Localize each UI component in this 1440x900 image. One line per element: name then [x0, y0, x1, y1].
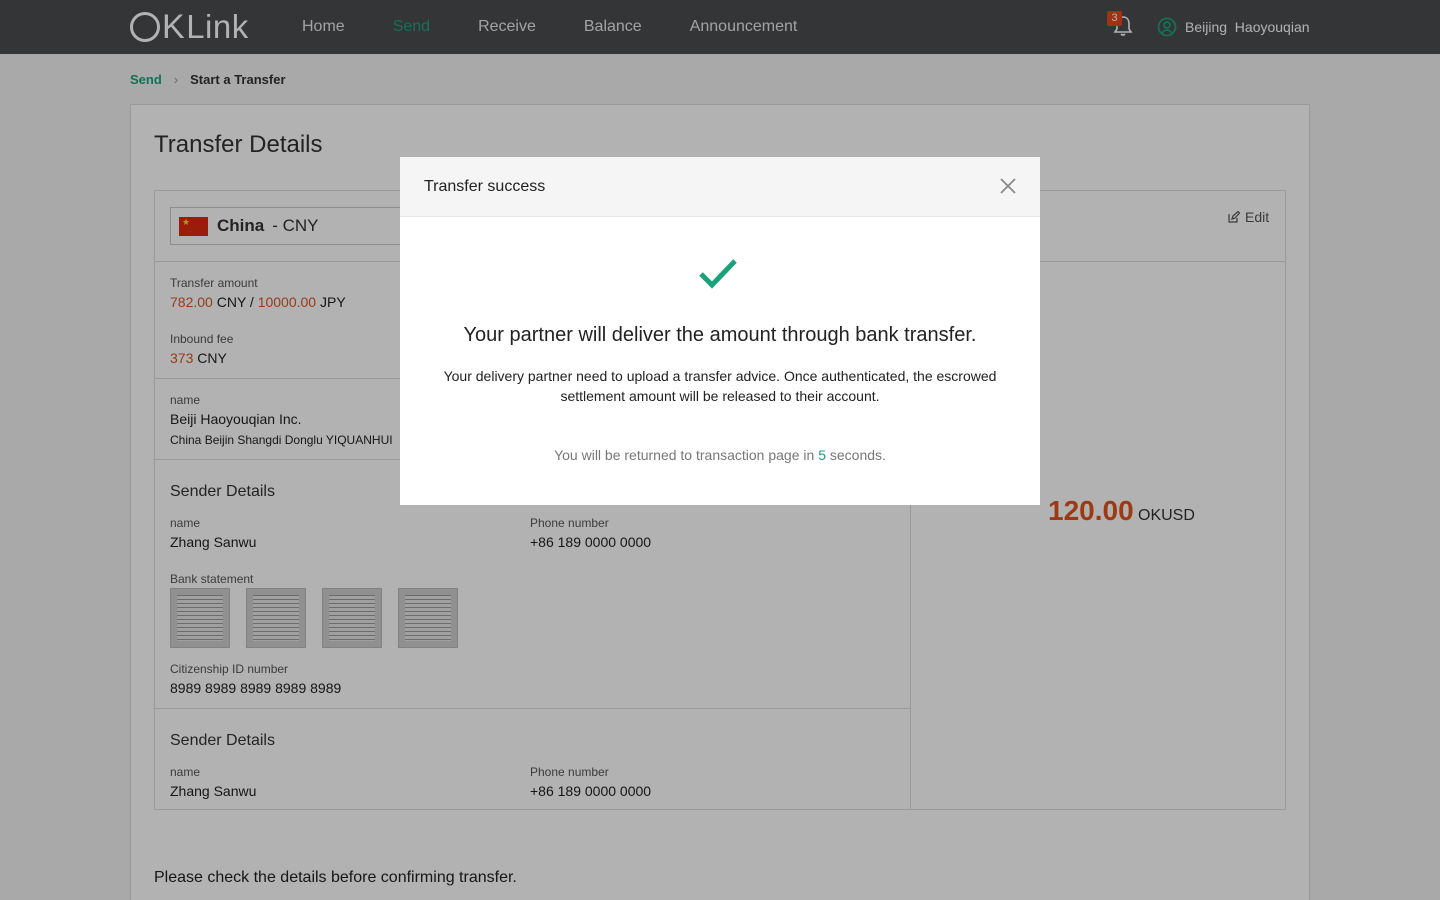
countdown-prefix: You will be returned to transaction page…: [554, 447, 819, 463]
modal-title: Transfer success: [424, 178, 546, 195]
success-message: Your partner will deliver the amount thr…: [463, 324, 977, 346]
transfer-success-modal: Transfer success Your partner will deliv…: [400, 157, 1040, 505]
success-description: Your delivery partner need to upload a t…: [443, 368, 997, 404]
countdown-suffix: seconds.: [825, 447, 886, 463]
countdown-seconds: 5: [818, 447, 826, 463]
modal-header: Transfer success: [400, 157, 1040, 217]
checkmark-icon: [699, 259, 737, 289]
redirect-countdown-text: You will be returned to transaction page…: [400, 447, 1040, 463]
close-icon[interactable]: [998, 176, 1018, 196]
